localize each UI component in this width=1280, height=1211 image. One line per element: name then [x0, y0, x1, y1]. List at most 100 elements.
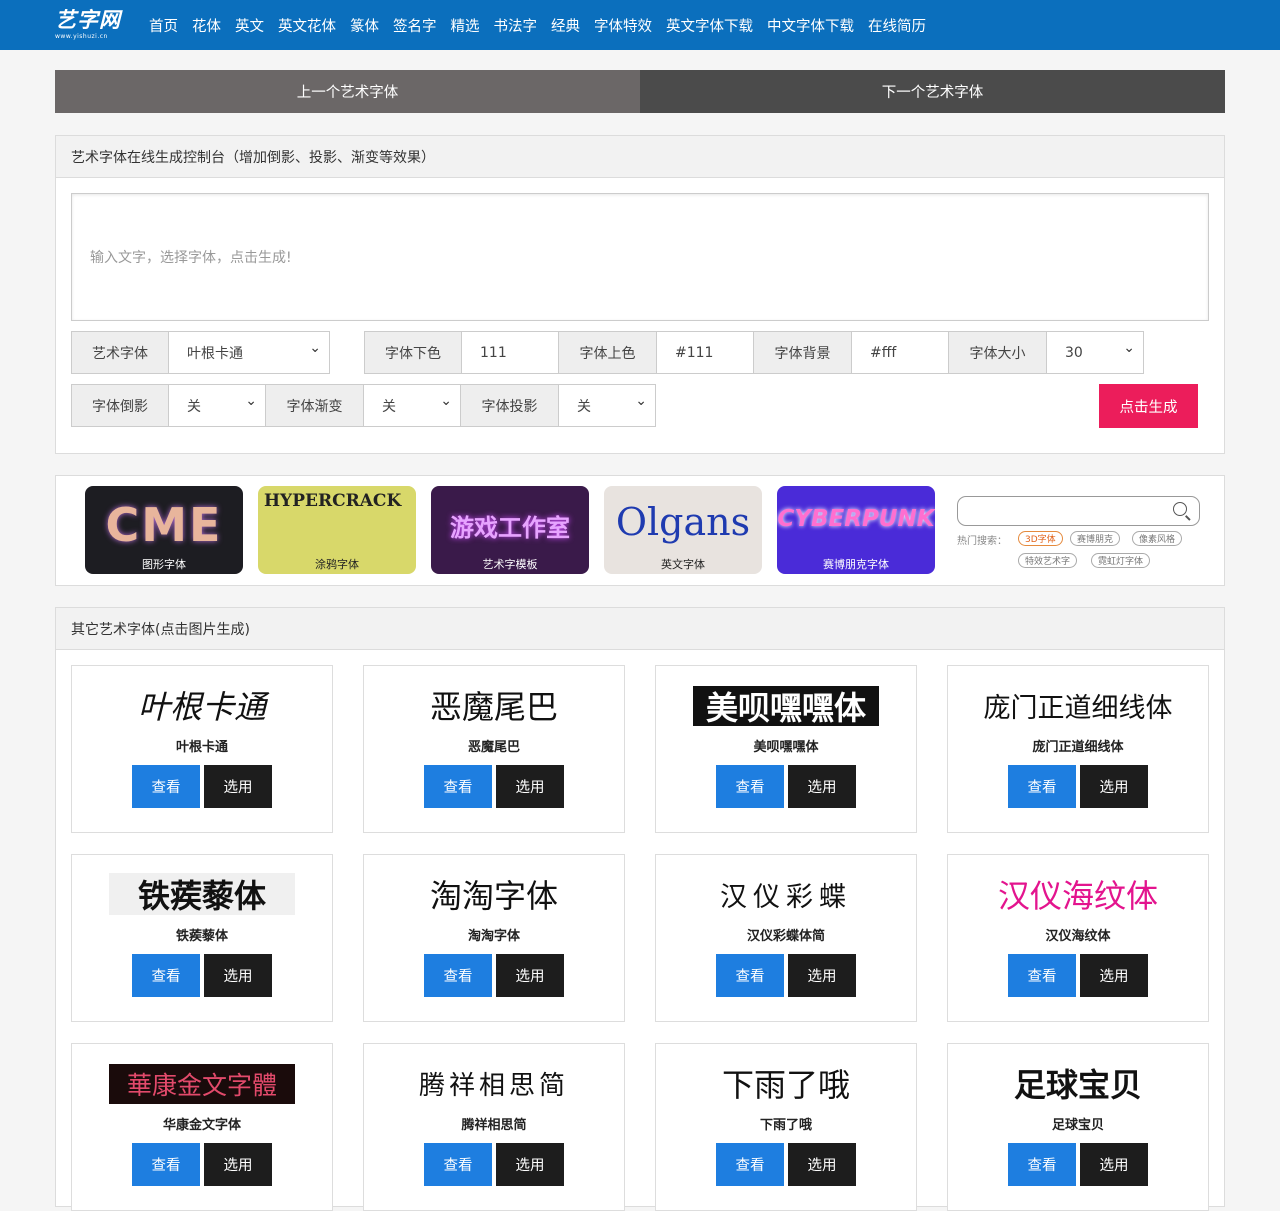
search-icon[interactable]: [1173, 502, 1187, 516]
font-preview-image[interactable]: 汉仪海纹体: [948, 873, 1208, 915]
top-navigation-bar: 艺字网 www.yishuzi.cn 首页 花体 英文 英文花体 篆体 签名字 …: [0, 0, 1280, 50]
font-select[interactable]: 叶根卡通: [169, 331, 330, 374]
nav-link-font-effects[interactable]: 字体特效: [594, 15, 652, 36]
gradient-select[interactable]: 关: [364, 384, 461, 427]
font-preview-image[interactable]: 足球宝贝: [948, 1062, 1208, 1104]
font-preview-image[interactable]: 腾祥相思简: [364, 1062, 624, 1104]
view-button[interactable]: 查看: [1008, 954, 1076, 997]
font-preview-image[interactable]: 恶魔尾巴: [364, 684, 624, 726]
nav-link-english[interactable]: 英文: [235, 15, 264, 36]
nav-link-classic[interactable]: 经典: [551, 15, 580, 36]
select-button[interactable]: 选用: [204, 954, 272, 997]
view-button[interactable]: 查看: [424, 765, 492, 808]
banner-search-input[interactable]: [957, 496, 1200, 526]
bottom-color-input[interactable]: 111: [462, 331, 559, 374]
text-input-area[interactable]: 输入文字，选择字体，点击生成!: [71, 193, 1209, 321]
control-row-2: 字体倒影 关 字体渐变 关 字体投影 关: [71, 384, 656, 427]
reflection-value: 关: [187, 398, 201, 415]
select-button[interactable]: 选用: [1080, 954, 1148, 997]
nav-link-featured[interactable]: 精选: [451, 15, 480, 36]
font-card: 美呗嘿嘿体 美呗嘿嘿体 查看 选用: [655, 665, 917, 833]
font-card: 铁蒺藜体 铁蒺藜体 查看 选用: [71, 854, 333, 1022]
next-font-button[interactable]: 下一个艺术字体: [640, 70, 1225, 113]
font-preview-image[interactable]: 汉仪彩蝶: [656, 873, 916, 915]
font-preview-image[interactable]: 華康金文字體: [109, 1064, 295, 1104]
font-size-select[interactable]: 30: [1047, 331, 1144, 374]
select-button[interactable]: 选用: [788, 954, 856, 997]
nav-link-huati[interactable]: 花体: [192, 15, 221, 36]
nav-link-english-huati[interactable]: 英文花体: [278, 15, 336, 36]
nav-link-english-font-download[interactable]: 英文字体下载: [666, 15, 753, 36]
hot-search-label: 热门搜索：: [957, 536, 1007, 547]
font-preview-image[interactable]: 叶根卡通: [72, 684, 332, 726]
font-card: 庞门正道细线体 庞门正道细线体 查看 选用: [947, 665, 1209, 833]
reflection-label: 字体倒影: [71, 384, 169, 427]
view-button[interactable]: 查看: [716, 765, 784, 808]
hot-tag-cyberpunk[interactable]: 赛博朋克: [1070, 531, 1121, 546]
select-button[interactable]: 选用: [204, 765, 272, 808]
select-button[interactable]: 选用: [1080, 1143, 1148, 1186]
promo-tile-graphic-fonts[interactable]: CME 图形字体: [85, 486, 243, 574]
hot-tag-neon[interactable]: 霓虹灯字体: [1091, 553, 1151, 568]
promo-tile-cyberpunk-fonts[interactable]: CYBERPUNK 赛博朋克字体: [777, 486, 935, 574]
nav-link-home[interactable]: 首页: [149, 15, 178, 36]
select-button[interactable]: 选用: [1080, 765, 1148, 808]
view-button[interactable]: 查看: [132, 954, 200, 997]
select-button[interactable]: 选用: [496, 765, 564, 808]
font-preview-image[interactable]: 庞门正道细线体: [948, 684, 1208, 726]
view-button[interactable]: 查看: [716, 1143, 784, 1186]
view-button[interactable]: 查看: [424, 954, 492, 997]
select-button[interactable]: 选用: [788, 765, 856, 808]
gradient-value: 关: [382, 398, 396, 415]
nav-link-zhuanti[interactable]: 篆体: [350, 15, 379, 36]
font-preview-image[interactable]: 下雨了哦: [656, 1062, 916, 1104]
font-card: 叶根卡通 叶根卡通 查看 选用: [71, 665, 333, 833]
font-card: 恶魔尾巴 恶魔尾巴 查看 选用: [363, 665, 625, 833]
select-button[interactable]: 选用: [788, 1143, 856, 1186]
nav-link-calligraphy[interactable]: 书法字: [494, 15, 538, 36]
hot-tag-3d[interactable]: 3D字体: [1018, 531, 1063, 546]
font-size-label: 字体大小: [949, 331, 1047, 374]
view-button[interactable]: 查看: [424, 1143, 492, 1186]
logo-text: 艺字网: [55, 8, 121, 32]
prev-font-button[interactable]: 上一个艺术字体: [55, 70, 640, 113]
view-button[interactable]: 查看: [132, 1143, 200, 1186]
font-card: 下雨了哦 下雨了哦 查看 选用: [655, 1043, 917, 1211]
hot-tag-pixel[interactable]: 像素风格: [1132, 531, 1183, 546]
font-name: 足球宝贝: [1051, 1118, 1104, 1133]
view-button[interactable]: 查看: [132, 765, 200, 808]
shadow-label: 字体投影: [461, 384, 559, 427]
font-preview-image[interactable]: 美呗嘿嘿体: [693, 686, 879, 727]
promo-tile-art-templates[interactable]: 游戏工作室 艺术字模板: [431, 486, 589, 574]
select-button[interactable]: 选用: [496, 1143, 564, 1186]
font-name: 汉仪彩蝶体简: [746, 929, 825, 944]
font-name: 下雨了哦: [759, 1118, 812, 1133]
select-button[interactable]: 选用: [204, 1143, 272, 1186]
background-color-input[interactable]: #fff: [852, 331, 949, 374]
promo-tile-english-fonts[interactable]: Olgans 英文字体: [604, 486, 762, 574]
view-button[interactable]: 查看: [1008, 765, 1076, 808]
shadow-select[interactable]: 关: [559, 384, 656, 427]
hot-tag-effect-art[interactable]: 特效艺术字: [1018, 553, 1078, 568]
nav-link-online-resume[interactable]: 在线简历: [868, 15, 926, 36]
nav-link-signature[interactable]: 签名字: [393, 15, 437, 36]
font-name: 恶魔尾巴: [467, 740, 520, 755]
generate-button[interactable]: 点击生成: [1099, 384, 1198, 428]
top-color-input[interactable]: #111: [657, 331, 754, 374]
promo-art-olgans: Olgans: [615, 500, 751, 544]
font-name: 淘淘字体: [467, 929, 520, 944]
view-button[interactable]: 查看: [716, 954, 784, 997]
font-preview-image[interactable]: 铁蒺藜体: [109, 873, 295, 915]
font-card: 汉仪海纹体 汉仪海纹体 查看 选用: [947, 854, 1209, 1022]
promo-caption: 赛博朋克字体: [823, 558, 889, 571]
view-button[interactable]: 查看: [1008, 1143, 1076, 1186]
font-name: 腾祥相思简: [461, 1118, 527, 1133]
promo-tile-graffiti-fonts[interactable]: HYPERCRACK 涂鸦字体: [258, 486, 416, 574]
select-button[interactable]: 选用: [496, 954, 564, 997]
font-card: 腾祥相思简 腾祥相思简 查看 选用: [363, 1043, 625, 1211]
site-logo[interactable]: 艺字网 www.yishuzi.cn: [55, 7, 131, 43]
nav-link-chinese-font-download[interactable]: 中文字体下载: [767, 15, 854, 36]
reflection-select[interactable]: 关: [169, 384, 266, 427]
top-color-value: #111: [675, 344, 714, 361]
font-preview-image[interactable]: 淘淘字体: [364, 873, 624, 915]
